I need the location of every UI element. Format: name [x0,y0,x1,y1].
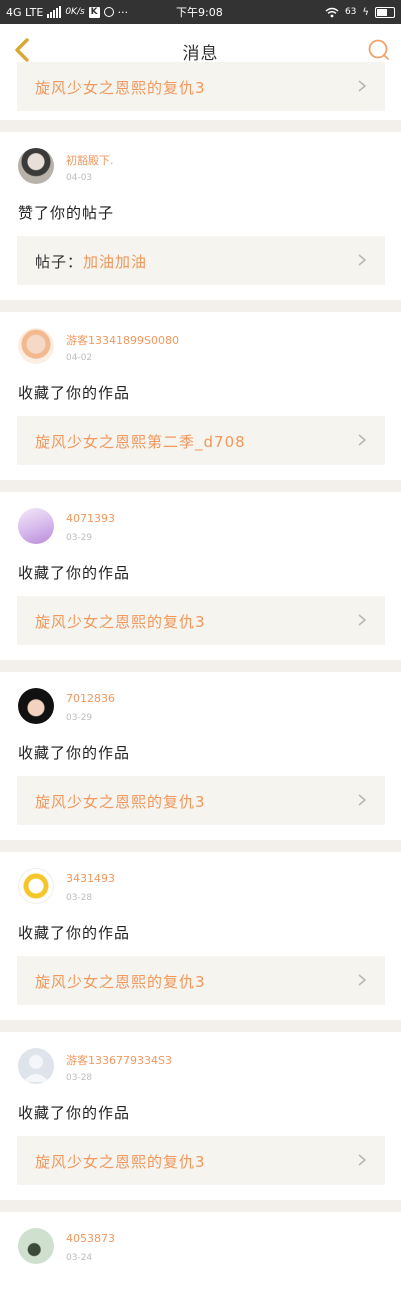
message-card: 游客13341899S0080 04-02 收藏了你的作品 旋风少女之恩熙第二季… [0,312,401,480]
divider [0,120,401,132]
work-link[interactable]: 旋风少女之恩熙的复仇3 [17,776,385,825]
avatar[interactable] [18,868,54,904]
status-right: 63 ϟ [325,0,395,24]
status-time: 下午9:08 [176,6,223,19]
username[interactable]: 游客13341899S0080 [66,332,179,348]
more-notifications-icon: ··· [117,5,129,19]
divider [0,660,401,672]
work-link[interactable]: 旋风少女之恩熙的复仇3 [17,1136,385,1185]
avatar[interactable] [18,328,54,364]
divider [0,1020,401,1032]
avatar[interactable] [18,148,54,184]
message-date: 03-28 [66,1073,93,1083]
search-icon[interactable] [367,38,391,62]
message-card: 7012836 03-29 收藏了你的作品 旋风少女之恩熙的复仇3 [0,672,401,840]
username[interactable]: 3431493 [66,872,115,885]
post-title: 加油加油 [83,253,148,271]
avatar[interactable] [18,508,54,544]
action-text: 收藏了你的作品 [18,1104,131,1122]
work-title: 旋风少女之恩熙第二季_d708 [35,433,246,451]
message-card: 初豁殿下. 04-03 赞了你的帖子 帖子：加油加油 [0,132,401,300]
signal-icon [47,6,62,18]
username[interactable]: 4053873 [66,1232,115,1245]
message-card: 3431493 03-28 收藏了你的作品 旋风少女之恩熙的复仇3 [0,852,401,1020]
username[interactable]: 初豁殿下. [66,152,114,168]
work-title: 旋风少女之恩熙的复仇3 [35,793,206,811]
avatar-placeholder[interactable] [18,1048,54,1084]
message-date: 03-29 [66,533,93,543]
username[interactable]: 7012836 [66,692,115,705]
charging-icon: ϟ [362,6,369,18]
chevron-right-icon [358,614,367,626]
work-title: 旋风少女之恩熙的复仇3 [35,613,206,631]
avatar[interactable] [18,688,54,724]
work-link[interactable]: 旋风少女之恩熙的复仇3 [17,596,385,645]
status-bar: 4G LTE 0K/s K ··· 下午9:08 63 ϟ [0,0,401,24]
chevron-right-icon [358,974,367,986]
divider [0,300,401,312]
work-title: 旋风少女之恩熙的复仇3 [35,1153,206,1171]
page-title: 消息 [182,44,219,64]
action-text: 收藏了你的作品 [18,924,131,942]
wifi-icon [325,7,339,17]
work-title: 旋风少女之恩熙的复仇3 [35,973,206,991]
chevron-right-icon [358,794,367,806]
battery-percent: 63 [344,7,357,17]
k-app-icon: K [88,6,100,18]
avatar[interactable] [18,1228,54,1264]
work-link[interactable]: 旋风少女之恩熙第二季_d708 [17,416,385,465]
post-link[interactable]: 帖子：加油加油 [17,236,385,285]
work-link[interactable]: 旋风少女之恩熙的复仇3 [17,956,385,1005]
chevron-right-icon [358,434,367,446]
message-date: 04-03 [66,173,93,183]
action-text: 收藏了你的作品 [18,564,131,582]
message-date: 03-29 [66,713,93,723]
message-date: 04-02 [66,353,93,363]
message-app-icon [103,7,114,17]
work-title: 旋风少女之恩熙的复仇3 [35,79,206,97]
username[interactable]: 游客1336779334S3 [66,1052,172,1068]
divider [0,840,401,852]
message-list: 旋风少女之恩熙的复仇3 初豁殿下. 04-03 赞了你的帖子 帖子：加油加油 游… [0,62,401,1292]
post-label: 帖子： [35,253,84,271]
message-card: 游客1336779334S3 03-28 收藏了你的作品 旋风少女之恩熙的复仇3 [0,1032,401,1200]
network-label: 4G LTE [6,5,44,19]
action-text: 收藏了你的作品 [18,384,131,402]
message-card: 4053873 03-24 [0,1212,401,1292]
message-card-partial: 旋风少女之恩熙的复仇3 [0,62,401,120]
message-date: 03-28 [66,893,93,903]
action-text: 收藏了你的作品 [18,744,131,762]
message-date: 03-24 [66,1253,93,1263]
work-link[interactable]: 旋风少女之恩熙的复仇3 [17,62,385,111]
battery-icon [375,6,395,18]
divider [0,1200,401,1212]
status-left: 4G LTE 0K/s K ··· [6,0,128,24]
chevron-right-icon [358,254,367,266]
chevron-right-icon [358,80,367,92]
message-card: 4071393 03-29 收藏了你的作品 旋风少女之恩熙的复仇3 [0,492,401,660]
action-text: 赞了你的帖子 [18,204,115,222]
username[interactable]: 4071393 [66,512,115,525]
chevron-right-icon [358,1154,367,1166]
default-avatar-icon [23,1055,49,1082]
divider [0,480,401,492]
network-speed: 0K/s [65,7,85,17]
